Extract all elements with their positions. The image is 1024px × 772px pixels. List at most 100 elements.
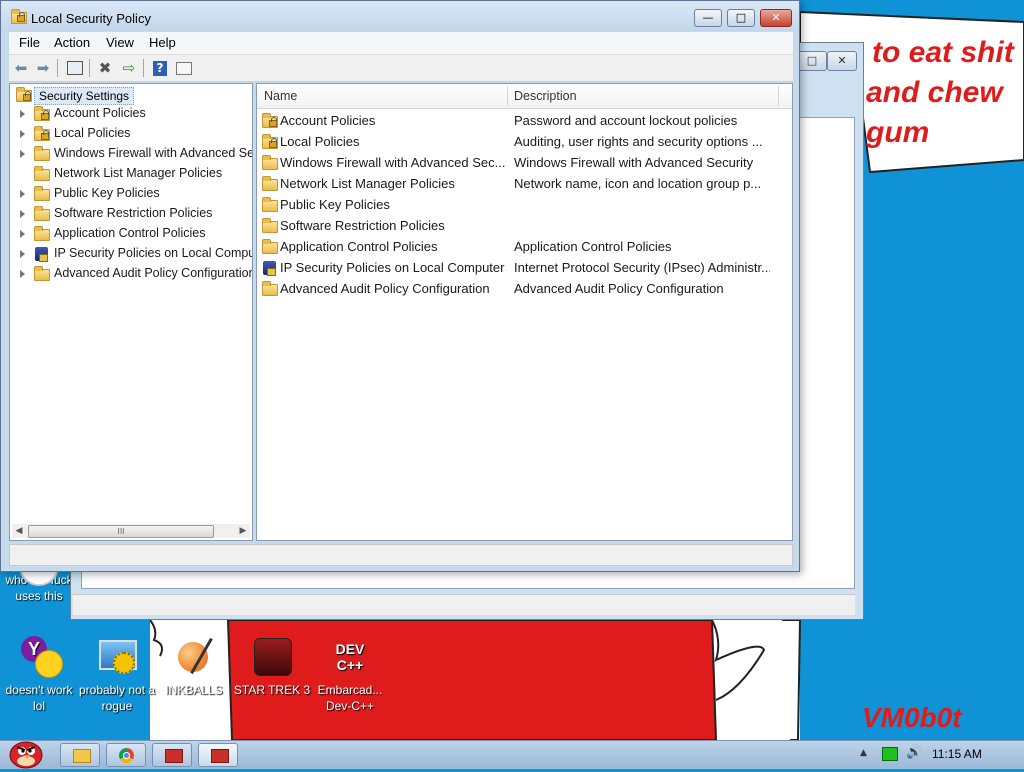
scrollbar-thumb[interactable]: III — [28, 525, 214, 538]
title-bar[interactable]: Local Security Policy — □ ✕ — [1, 1, 799, 31]
details-list[interactable]: Name Description Account Policies Passwo… — [256, 83, 793, 541]
properties-icon[interactable] — [174, 58, 194, 78]
menu-action[interactable]: Action — [54, 35, 90, 50]
list-row-network-list-manager[interactable]: Network List Manager Policies Network na… — [257, 173, 792, 194]
show-hidden-icons-arrow[interactable]: ▲ — [860, 748, 867, 758]
expand-arrow-icon[interactable] — [20, 250, 25, 258]
tree-item-software-restriction[interactable]: Software Restriction Policies — [10, 205, 252, 225]
list-row-ip-security[interactable]: IP Security Policies on Local Computer I… — [257, 257, 792, 278]
menu-file[interactable]: File — [19, 35, 40, 50]
folder-icon — [34, 206, 50, 221]
expand-arrow-icon[interactable] — [20, 130, 25, 138]
list-row-advanced-audit[interactable]: Advanced Audit Policy Configuration Adva… — [257, 278, 792, 299]
navigation-tree[interactable]: Security Settings Account Policies Local… — [9, 83, 253, 541]
expand-arrow-icon[interactable] — [20, 150, 25, 158]
expand-arrow-icon[interactable] — [20, 270, 25, 278]
forward-arrow-icon[interactable]: ➡ — [33, 58, 53, 78]
back-arrow-icon[interactable]: ⬅ — [11, 58, 31, 78]
row-name: Windows Firewall with Advanced Sec... — [280, 155, 506, 170]
show-hide-tree-icon[interactable] — [65, 58, 85, 78]
list-row-public-key-policies[interactable]: Public Key Policies — [257, 194, 792, 215]
desktop-icon-inkballs[interactable]: INKBALLS — [155, 636, 233, 698]
desktop-icon-star-trek[interactable]: STAR TREK 3 — [233, 636, 311, 698]
bg-window-restore-button[interactable]: □ — [797, 51, 827, 71]
taskbar-clock[interactable]: 11:15 AM — [932, 747, 982, 761]
expand-arrow-icon[interactable] — [20, 210, 25, 218]
network-status-icon[interactable] — [882, 747, 898, 761]
tree-item-ip-security[interactable]: IP Security Policies on Local Computer — [10, 245, 253, 265]
tree-item-network-list-manager[interactable]: Network List Manager Policies — [10, 165, 252, 185]
control-panel-icon — [95, 636, 139, 680]
wallpaper-signature: VM0b0t — [862, 702, 962, 733]
tree-item-label: Application Control Policies — [54, 226, 206, 240]
tree-item-label: Account Policies — [54, 106, 146, 120]
tree-item-advanced-audit[interactable]: Advanced Audit Policy Configuration — [10, 265, 252, 285]
scroll-right-arrow-icon[interactable]: ▶ — [236, 524, 250, 538]
tree-item-label: Local Policies — [54, 126, 131, 140]
tree-item-label: Public Key Policies — [54, 186, 160, 200]
list-row-windows-firewall[interactable]: Windows Firewall with Advanced Sec... Wi… — [257, 152, 792, 173]
start-button[interactable] — [4, 737, 44, 769]
desktop-icon-dev-cpp[interactable]: DEV C++ Embarcad... Dev-C++ — [311, 636, 389, 714]
list-row-account-policies[interactable]: Account Policies Password and account lo… — [257, 110, 792, 131]
local-security-policy-window[interactable]: Local Security Policy — □ ✕ File Action … — [0, 0, 800, 572]
desktop-icon-yahoo-messenger[interactable]: Y doesn't work lol — [0, 636, 78, 714]
folder-icon — [34, 146, 50, 161]
close-button[interactable]: ✕ — [760, 9, 792, 27]
row-name: Advanced Audit Policy Configuration — [280, 281, 490, 296]
tree-item-public-key-policies[interactable]: Public Key Policies — [10, 185, 252, 205]
taskbar-chrome-button[interactable] — [106, 743, 146, 767]
column-header-name[interactable]: Name — [264, 89, 297, 103]
expand-arrow-icon[interactable] — [20, 190, 25, 198]
folder-icon — [262, 281, 278, 296]
list-row-software-restriction[interactable]: Software Restriction Policies — [257, 215, 792, 236]
wallpaper-text-line-2: and chew — [866, 76, 1003, 109]
policy-app-icon — [165, 749, 183, 763]
row-description: Password and account lockout policies — [514, 113, 738, 128]
menu-help[interactable]: Help — [149, 35, 176, 50]
taskbar-explorer-button[interactable] — [60, 743, 100, 767]
expand-arrow-icon[interactable] — [20, 230, 25, 238]
row-description: Network name, icon and location group p.… — [514, 176, 762, 191]
bg-window-close-button[interactable]: ✕ — [827, 51, 857, 71]
toolbar-separator — [57, 59, 58, 77]
tree-item-label: Network List Manager Policies — [54, 166, 223, 180]
dev-cpp-logo-text: DEV C++ — [330, 636, 370, 676]
desktop-icon-control-panel[interactable]: probably not a rogue — [78, 636, 156, 714]
delete-icon[interactable]: ✖ — [95, 58, 115, 78]
desktop-icon-label: STAR TREK 3 — [233, 683, 311, 697]
angry-bird-start-icon — [9, 741, 43, 769]
list-row-local-policies[interactable]: Local Policies Auditing, user rights and… — [257, 131, 792, 152]
toolbar-separator — [89, 59, 90, 77]
window-title: Local Security Policy — [31, 11, 151, 26]
tree-item-label: IP Security Policies on Local Computer — [54, 246, 253, 260]
taskbar-security-policy-button[interactable] — [152, 743, 192, 767]
wallpaper-text-line-3: gum — [866, 116, 930, 149]
column-header-description[interactable]: Description — [514, 89, 577, 103]
minimize-button[interactable]: — — [694, 9, 722, 27]
scroll-left-arrow-icon[interactable]: ◀ — [12, 524, 26, 538]
tree-item-account-policies[interactable]: Account Policies — [10, 105, 252, 125]
list-header: Name Description — [257, 84, 792, 109]
tree-item-application-control[interactable]: Application Control Policies — [10, 225, 252, 245]
folder-lock-icon — [262, 134, 278, 149]
folder-icon — [34, 266, 50, 281]
maximize-button[interactable]: □ — [727, 9, 755, 27]
help-icon[interactable]: ? — [150, 58, 170, 78]
column-separator[interactable] — [507, 86, 508, 106]
folder-icon — [34, 226, 50, 241]
export-list-icon[interactable]: ⇨ — [119, 58, 139, 78]
tree-item-windows-firewall[interactable]: Windows Firewall with Advanced Security — [10, 145, 252, 165]
volume-icon[interactable]: 🔊 — [906, 745, 922, 760]
tree-horizontal-scrollbar[interactable]: ◀ III ▶ — [12, 524, 250, 538]
row-description: Application Control Policies — [514, 239, 672, 254]
chrome-icon — [119, 748, 134, 763]
list-row-application-control[interactable]: Application Control Policies Application… — [257, 236, 792, 257]
tree-item-local-policies[interactable]: Local Policies — [10, 125, 252, 145]
folder-icon — [262, 218, 278, 233]
column-separator[interactable] — [778, 86, 779, 106]
menu-view[interactable]: View — [106, 35, 134, 50]
taskbar-security-policy-active-button[interactable] — [198, 743, 238, 767]
inkball-icon — [172, 636, 216, 680]
expand-arrow-icon[interactable] — [20, 110, 25, 118]
